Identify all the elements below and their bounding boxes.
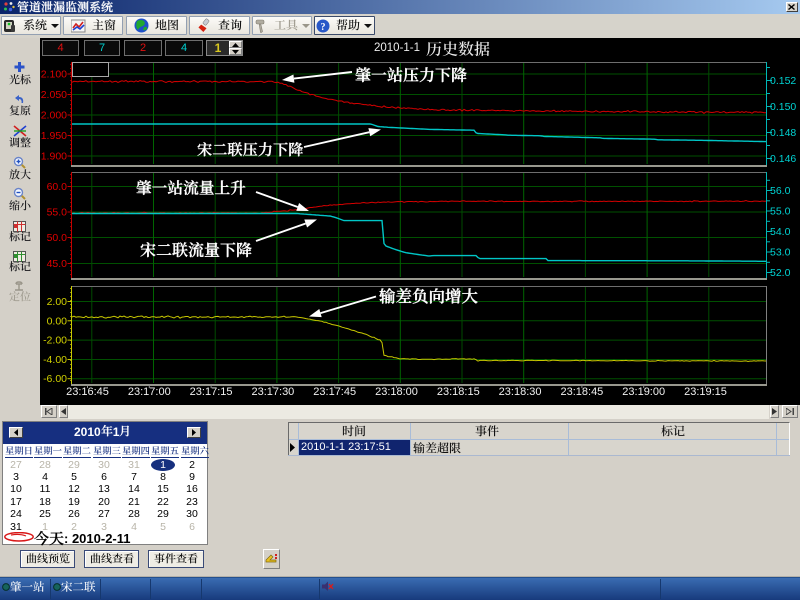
svg-text:23:17:15: 23:17:15	[190, 386, 233, 398]
svg-text:2.00: 2.00	[47, 296, 68, 308]
svg-text:55.0: 55.0	[770, 206, 791, 218]
svg-text:23:19:15: 23:19:15	[684, 386, 727, 398]
svg-text:?: ?	[321, 22, 326, 33]
svg-text:2.050: 2.050	[41, 89, 67, 101]
svg-text:2.100: 2.100	[41, 69, 67, 81]
svg-text:23:18:00: 23:18:00	[375, 386, 418, 398]
svg-text:23:17:30: 23:17:30	[251, 386, 294, 398]
svg-text:50.0: 50.0	[47, 232, 68, 244]
svg-text:23:17:00: 23:17:00	[128, 386, 171, 398]
svg-text:0.152: 0.152	[770, 75, 796, 87]
svg-text:52.0: 52.0	[770, 267, 791, 279]
svg-text:54.0: 54.0	[770, 226, 791, 238]
svg-text:60.0: 60.0	[47, 181, 68, 193]
svg-text:0.146: 0.146	[770, 153, 796, 165]
svg-text:56.0: 56.0	[770, 185, 791, 197]
svg-text:55.0: 55.0	[47, 207, 68, 219]
svg-text:0.148: 0.148	[770, 127, 796, 139]
svg-text:-2.00: -2.00	[43, 335, 67, 347]
svg-text:0.00: 0.00	[47, 315, 68, 327]
svg-text:23:19:00: 23:19:00	[622, 386, 665, 398]
svg-text:23:18:45: 23:18:45	[560, 386, 603, 398]
svg-text:0.150: 0.150	[770, 101, 796, 113]
svg-text:2010-1-1: 2010-1-1	[374, 42, 420, 54]
svg-text:-4.00: -4.00	[43, 354, 67, 366]
svg-text:-6.00: -6.00	[43, 373, 67, 385]
svg-text:2.000: 2.000	[41, 110, 67, 122]
svg-text:23:16:45: 23:16:45	[66, 386, 109, 398]
svg-text:23:18:30: 23:18:30	[499, 386, 542, 398]
svg-text:23:18:15: 23:18:15	[437, 386, 480, 398]
svg-text:1.900: 1.900	[41, 151, 67, 163]
svg-text:1.950: 1.950	[41, 130, 67, 142]
svg-text:23:17:45: 23:17:45	[313, 386, 356, 398]
svg-text:53.0: 53.0	[770, 247, 791, 259]
svg-text:45.0: 45.0	[47, 258, 68, 270]
